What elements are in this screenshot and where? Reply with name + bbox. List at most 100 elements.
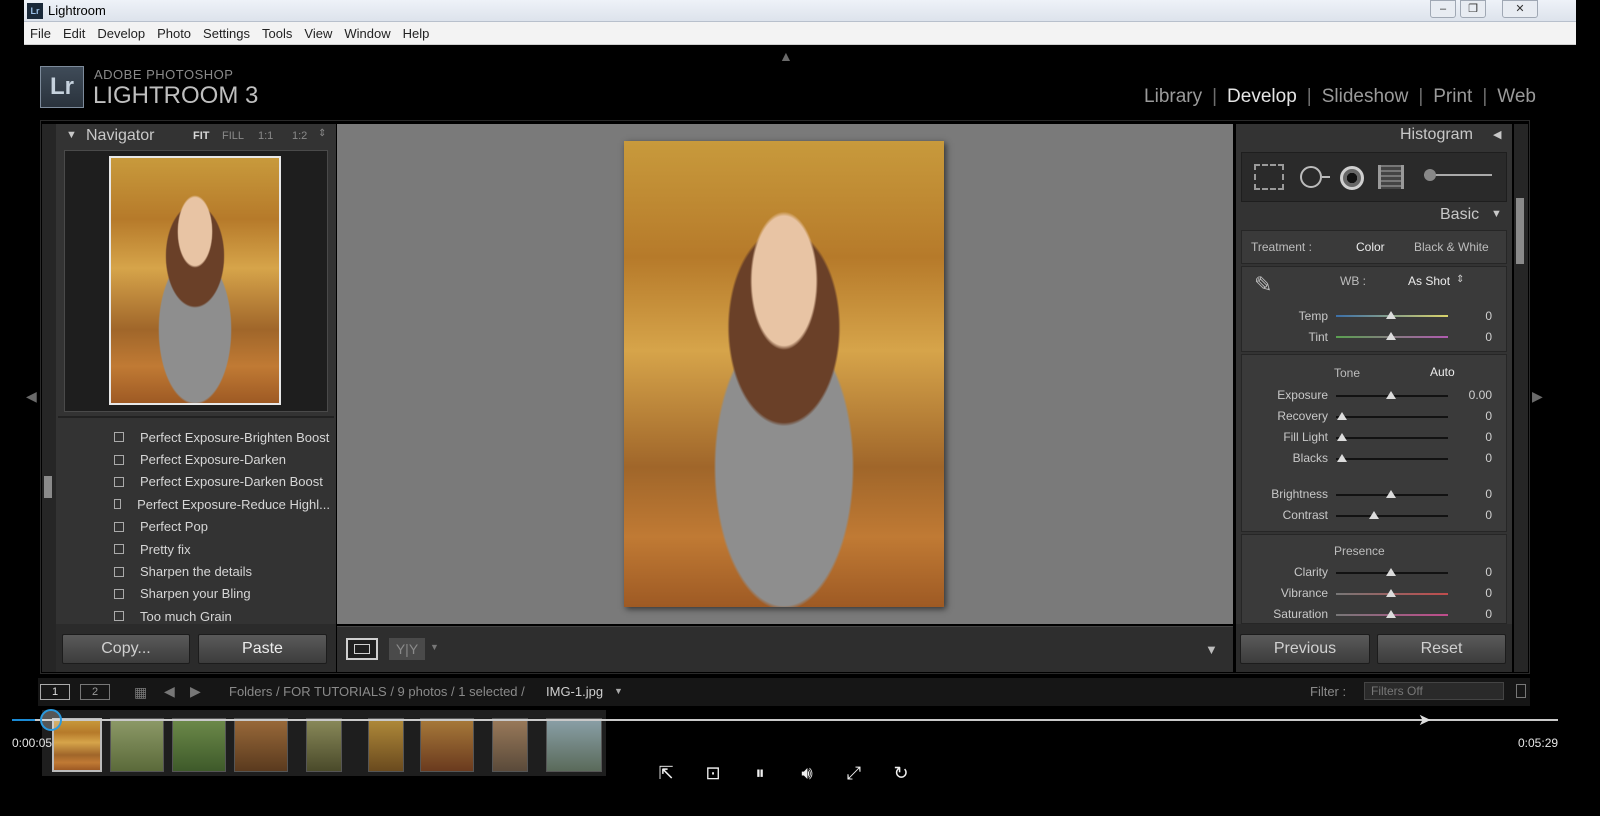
zoom-fill[interactable]: FILL — [222, 130, 244, 142]
wb-value[interactable]: As Shot — [1408, 274, 1450, 288]
pause-icon[interactable]: ⏸ — [748, 761, 772, 785]
volume-icon[interactable]: 🔊︎ — [795, 761, 819, 785]
vibrance-value[interactable]: 0 — [1460, 586, 1492, 600]
recovery-value[interactable]: 0 — [1460, 409, 1492, 423]
clarity-value[interactable]: 0 — [1460, 565, 1492, 579]
fill-light-slider[interactable] — [1336, 437, 1448, 439]
toolbar-menu-icon[interactable]: ▼ — [1205, 642, 1218, 657]
menu-window[interactable]: Window — [344, 26, 390, 41]
contrast-slider[interactable] — [1336, 515, 1448, 517]
eyedropper-icon[interactable]: ✎ — [1254, 272, 1272, 298]
left-panel-toggle-icon[interactable]: ◀ — [26, 388, 37, 405]
filmstrip-thumbnail[interactable] — [368, 718, 404, 772]
saturation-value[interactable]: 0 — [1460, 607, 1492, 621]
zoom-stepper-icon[interactable]: ⇕ — [318, 128, 326, 139]
video-seek-knob[interactable] — [40, 709, 62, 731]
restore-button[interactable]: ❐ — [1460, 0, 1486, 18]
fill-light-knob[interactable] — [1337, 433, 1347, 441]
main-photo[interactable] — [624, 141, 944, 607]
filter-lock-icon[interactable] — [1516, 684, 1526, 698]
back-arrow-icon[interactable]: ◀ — [164, 683, 175, 700]
temp-value[interactable]: 0 — [1460, 309, 1492, 323]
module-slideshow[interactable]: Slideshow — [1322, 86, 1409, 108]
right-panel-toggle-icon[interactable]: ▶ — [1532, 388, 1543, 405]
menu-view[interactable]: View — [304, 26, 332, 41]
exposure-value[interactable]: 0.00 — [1450, 388, 1492, 402]
grid-view-icon[interactable]: ▦ — [134, 684, 147, 701]
brightness-value[interactable]: 0 — [1460, 487, 1492, 501]
filmstrip-thumbnail[interactable] — [306, 718, 342, 772]
red-eye-icon[interactable] — [1340, 166, 1364, 190]
filmstrip-thumbnail[interactable] — [492, 718, 528, 772]
menu-help[interactable]: Help — [403, 26, 430, 41]
before-after-view-icon[interactable]: Y|Y — [389, 638, 425, 660]
tint-value[interactable]: 0 — [1460, 330, 1492, 344]
zoom-1-1[interactable]: 1:1 — [258, 130, 273, 142]
blacks-knob[interactable] — [1337, 454, 1347, 462]
filmstrip-thumbnail[interactable] — [546, 718, 602, 772]
preset-item[interactable]: Perfect Exposure-Reduce Highl... — [64, 493, 330, 515]
menu-photo[interactable]: Photo — [157, 26, 191, 41]
basic-collapse-icon[interactable]: ▼ — [1491, 208, 1502, 220]
preset-item[interactable]: Pretty fix — [64, 538, 330, 560]
left-scrollbar-thumb[interactable] — [44, 476, 52, 498]
exposure-knob[interactable] — [1386, 391, 1396, 399]
video-seek-track[interactable] — [12, 719, 1558, 721]
module-library[interactable]: Library — [1144, 86, 1202, 108]
recovery-knob[interactable] — [1337, 412, 1347, 420]
current-file[interactable]: IMG-1.jpg — [546, 684, 603, 699]
crop-frame-icon[interactable]: ⊡ — [701, 761, 725, 785]
reset-button[interactable]: Reset — [1377, 634, 1506, 664]
navigator-collapse-icon[interactable]: ▼ — [66, 129, 77, 141]
minimize-button[interactable]: – — [1430, 0, 1456, 18]
spot-removal-icon[interactable] — [1300, 166, 1322, 188]
treatment-color[interactable]: Color — [1356, 240, 1385, 254]
crop-overlay-icon[interactable] — [1254, 164, 1284, 190]
loupe-view-icon[interactable] — [346, 638, 378, 660]
filmstrip-thumbnail[interactable] — [172, 718, 226, 772]
fullscreen-icon[interactable]: ⤢ — [842, 761, 866, 785]
preset-item[interactable]: Perfect Pop — [64, 516, 330, 538]
module-web[interactable]: Web — [1497, 86, 1536, 108]
preset-item[interactable]: Perfect Exposure-Brighten Boost — [64, 426, 330, 448]
copy-settings-button[interactable]: Copy... — [62, 634, 190, 664]
top-panel-toggle-icon[interactable]: ▲ — [779, 48, 793, 64]
preset-item[interactable]: Sharpen your Bling — [64, 583, 330, 605]
folder-path[interactable]: Folders / FOR TUTORIALS / 9 photos / 1 s… — [229, 684, 525, 699]
preset-item[interactable]: Too much Grain — [64, 605, 330, 622]
paste-settings-button[interactable]: Paste — [198, 634, 327, 664]
contrast-knob[interactable] — [1369, 511, 1379, 519]
screen-2-button[interactable]: 2 — [80, 684, 110, 700]
histogram-collapse-icon[interactable]: ◀ — [1493, 128, 1501, 141]
screen-1-button[interactable]: 1 — [40, 684, 70, 700]
auto-tone-button[interactable]: Auto — [1430, 365, 1455, 379]
menu-settings[interactable]: Settings — [203, 26, 250, 41]
treatment-black-white[interactable]: Black & White — [1414, 240, 1489, 254]
preset-item[interactable]: Sharpen the details — [64, 560, 330, 582]
share-icon[interactable]: ⇱ — [654, 761, 678, 785]
previous-button[interactable]: Previous — [1240, 634, 1370, 664]
menu-develop[interactable]: Develop — [97, 26, 145, 41]
temp-knob[interactable] — [1386, 311, 1396, 319]
preset-item[interactable]: Perfect Exposure-Darken Boost — [64, 471, 330, 493]
saturation-knob[interactable] — [1386, 610, 1396, 618]
recovery-slider[interactable] — [1336, 416, 1448, 418]
clarity-knob[interactable] — [1386, 568, 1396, 576]
menu-edit[interactable]: Edit — [63, 26, 85, 41]
preset-item[interactable]: Perfect Exposure-Darken — [64, 448, 330, 470]
file-dropdown-icon[interactable]: ▼ — [614, 686, 623, 696]
blacks-value[interactable]: 0 — [1460, 451, 1492, 465]
blacks-slider[interactable] — [1336, 458, 1448, 460]
filter-select[interactable]: Filters Off — [1364, 682, 1504, 700]
menu-tools[interactable]: Tools — [262, 26, 292, 41]
menu-file[interactable]: File — [30, 26, 51, 41]
close-button[interactable]: ✕ — [1502, 0, 1538, 18]
contrast-value[interactable]: 0 — [1460, 508, 1492, 522]
wb-dropdown-icon[interactable]: ⇕ — [1456, 274, 1464, 285]
module-develop[interactable]: Develop — [1227, 86, 1297, 108]
module-print[interactable]: Print — [1433, 86, 1472, 108]
brightness-knob[interactable] — [1386, 490, 1396, 498]
zoom-fit[interactable]: FIT — [193, 130, 210, 142]
tint-knob[interactable] — [1386, 332, 1396, 340]
graduated-filter-icon[interactable] — [1378, 165, 1404, 189]
